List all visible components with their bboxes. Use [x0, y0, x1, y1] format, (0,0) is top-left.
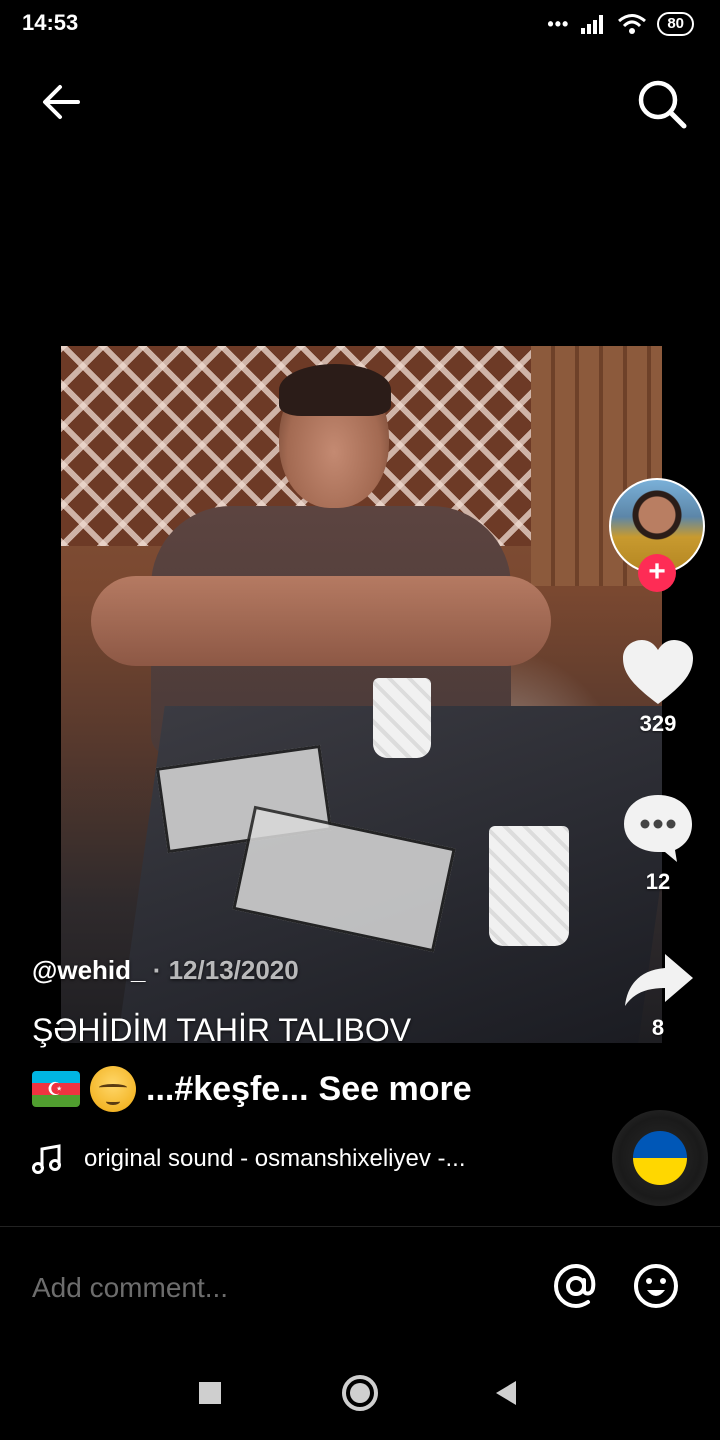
battery-icon: 80 — [657, 12, 694, 36]
share-count: 8 — [651, 1015, 665, 1040]
like-count: 329 — [639, 711, 677, 736]
smiley-face-icon — [634, 1264, 678, 1308]
caption-line: ...#keşfe... See more — [32, 1066, 472, 1112]
search-icon — [638, 80, 687, 129]
mention-button[interactable] — [552, 1262, 600, 1310]
status-icons: ••• 80 — [547, 12, 694, 36]
caption-title: ŞƏHİDİM TAHİR TALIBOV — [32, 1012, 412, 1048]
search-button[interactable] — [634, 76, 690, 132]
notification-dots: ••• — [547, 13, 570, 34]
back-arrow-icon — [43, 85, 80, 119]
signal-icon — [581, 15, 604, 34]
share-button[interactable]: 8 — [618, 950, 698, 1041]
music-note-icon — [32, 1144, 61, 1174]
square-icon — [199, 1382, 221, 1404]
status-time: 14:53 — [22, 10, 79, 35]
circle-icon — [342, 1375, 378, 1411]
cup — [489, 826, 569, 946]
comment-count: 12 — [645, 869, 671, 894]
caption-header: @wehid_ · 12/13/2020 — [32, 955, 299, 986]
azerbaijan-flag-icon — [32, 1071, 80, 1107]
sound-link[interactable]: original sound - osmanshixeliyev -... — [32, 1144, 466, 1174]
triangle-back-icon — [496, 1381, 516, 1405]
comment-button[interactable]: 12 — [618, 792, 698, 895]
wifi-icon — [618, 14, 647, 34]
cup — [373, 678, 431, 758]
person-hair — [279, 364, 391, 416]
username[interactable]: @wehid_ — [32, 955, 145, 985]
nav-back-button[interactable] — [494, 1380, 518, 1406]
home-button[interactable] — [340, 1373, 380, 1413]
comment-input[interactable] — [30, 1258, 534, 1318]
share-arrow-icon — [625, 954, 693, 1006]
like-button[interactable]: 329 — [618, 638, 698, 737]
date-separator: · — [145, 955, 169, 985]
ukraine-flag-icon — [633, 1131, 687, 1185]
post-date: 12/13/2020 — [168, 955, 299, 985]
sound-title: original sound - osmanshixeliyev -... — [84, 1145, 466, 1172]
person-arms — [91, 576, 551, 666]
caption-hashtag[interactable]: ...#keşfe... — [146, 1070, 309, 1109]
comment-bubble-icon — [624, 795, 692, 862]
at-sign-icon — [553, 1263, 596, 1309]
music-disc-button[interactable] — [612, 1110, 708, 1206]
follow-button[interactable]: + — [638, 554, 676, 592]
see-more-link[interactable]: See more — [319, 1070, 472, 1109]
recents-button[interactable] — [198, 1381, 222, 1405]
pensive-face-icon — [90, 1066, 136, 1112]
back-button[interactable] — [38, 78, 86, 126]
video-player[interactable] — [61, 346, 662, 1043]
emoji-button[interactable] — [632, 1262, 680, 1310]
divider — [0, 1226, 720, 1227]
heart-icon — [623, 640, 693, 704]
